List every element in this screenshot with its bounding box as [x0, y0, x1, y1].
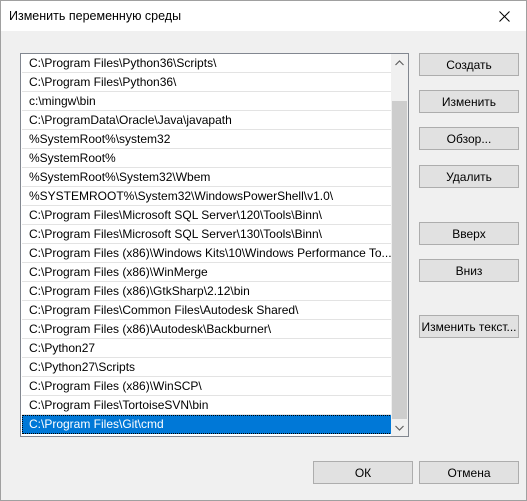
scroll-thumb[interactable] — [392, 101, 407, 419]
list-item[interactable]: C:\Program Files\Microsoft SQL Server\12… — [22, 206, 394, 225]
list-item-selected[interactable]: C:\Program Files\Git\cmd — [22, 415, 394, 434]
list-item[interactable]: %SYSTEMROOT%\System32\WindowsPowerShell\… — [22, 187, 394, 206]
list-item[interactable]: C:\Program Files\Python36\ — [22, 73, 394, 92]
browse-button[interactable]: Обзор... — [419, 127, 519, 150]
list-item[interactable]: C:\Program Files (x86)\Windows Kits\10\W… — [22, 244, 394, 263]
list-item[interactable]: C:\Program Files (x86)\WinMerge — [22, 263, 394, 282]
path-list-items: C:\Program Files\Python36\Scripts\ C:\Pro… — [22, 54, 394, 434]
close-button[interactable] — [482, 1, 526, 31]
list-item[interactable]: C:\Program Files (x86)\WinSCP\ — [22, 377, 394, 396]
dialog-title: Изменить переменную среды — [9, 9, 182, 23]
list-item[interactable]: C:\Program Files\Common Files\Autodesk S… — [22, 301, 394, 320]
list-item[interactable]: %SystemRoot% — [22, 149, 394, 168]
list-item[interactable]: %SystemRoot%\system32 — [22, 130, 394, 149]
edit-env-variable-dialog: Изменить переменную среды C:\Program Fil… — [0, 0, 527, 501]
title-bar: Изменить переменную среды — [1, 1, 526, 31]
list-item[interactable]: C:\Python27\Scripts — [22, 358, 394, 377]
move-up-button[interactable]: Вверх — [419, 222, 519, 245]
list-item[interactable]: C:\Program Files\Python36\Scripts\ — [22, 54, 394, 73]
chevron-up-icon — [395, 59, 404, 65]
vertical-scrollbar[interactable] — [391, 54, 408, 436]
list-item[interactable]: C:\Program Files (x86)\GtkSharp\2.12\bin — [22, 282, 394, 301]
delete-button[interactable]: Удалить — [419, 165, 519, 188]
move-down-button[interactable]: Вниз — [419, 259, 519, 282]
chevron-down-icon — [395, 425, 404, 431]
create-button[interactable]: Создать — [419, 53, 519, 76]
ok-button[interactable]: ОК — [313, 461, 413, 484]
list-item[interactable]: C:\Program Files\TortoiseSVN\bin — [22, 396, 394, 415]
close-icon — [498, 10, 510, 22]
path-list[interactable]: C:\Program Files\Python36\Scripts\ C:\Pro… — [20, 53, 409, 437]
scroll-down-arrow[interactable] — [391, 419, 408, 436]
list-item[interactable]: C:\Program Files (x86)\Autodesk\Backburn… — [22, 320, 394, 339]
list-item[interactable]: C:\Python27 — [22, 339, 394, 358]
scroll-up-arrow[interactable] — [391, 54, 408, 71]
list-item[interactable]: c:\mingw\bin — [22, 92, 394, 111]
edit-text-button[interactable]: Изменить текст... — [419, 315, 519, 338]
edit-button[interactable]: Изменить — [419, 90, 519, 113]
list-item[interactable]: %SystemRoot%\System32\Wbem — [22, 168, 394, 187]
cancel-button[interactable]: Отмена — [419, 461, 519, 484]
list-item[interactable]: C:\ProgramData\Oracle\Java\javapath — [22, 111, 394, 130]
list-item[interactable]: C:\Program Files\Microsoft SQL Server\13… — [22, 225, 394, 244]
